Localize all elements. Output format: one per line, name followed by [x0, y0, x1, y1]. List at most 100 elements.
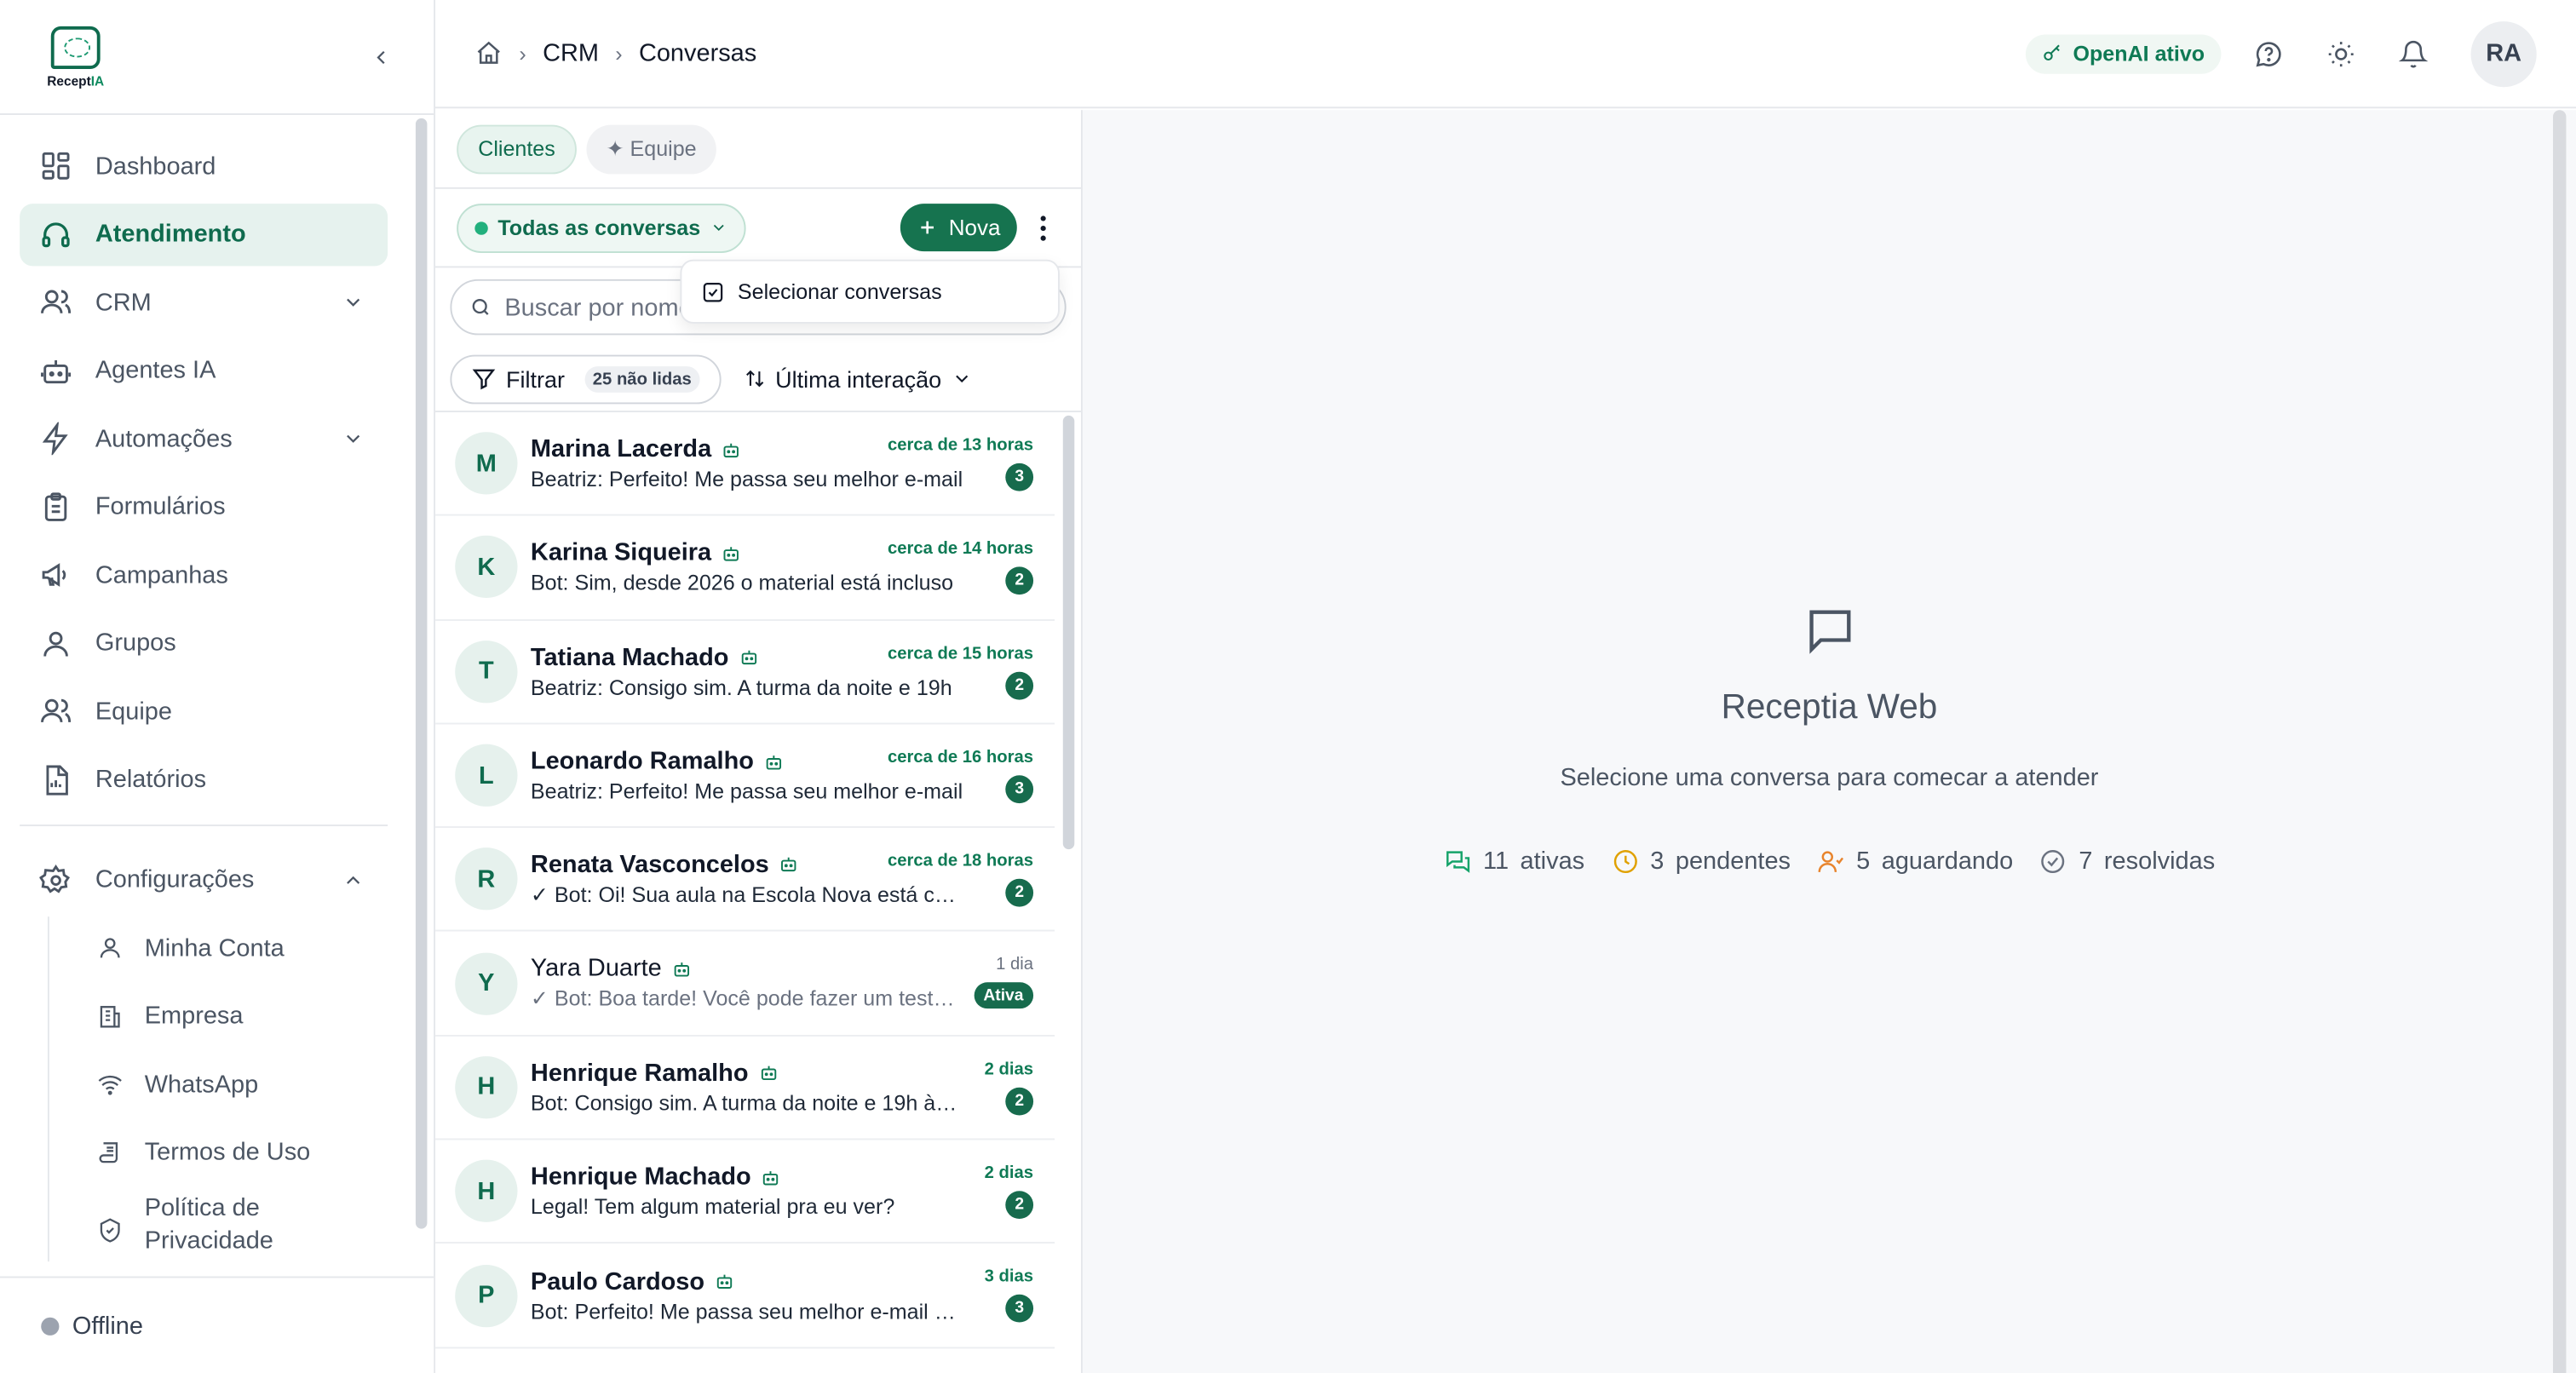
building-icon [95, 1001, 125, 1031]
stat-aguardando: 5 aguardando [1817, 847, 2013, 876]
sidebar-item-label: Agentes IA [95, 356, 216, 385]
sidebar-sub-politica[interactable]: Política de Privacidade [69, 1189, 388, 1261]
page-scrollbar[interactable] [2552, 110, 2567, 1373]
unread-badge: 3 [1005, 1295, 1034, 1324]
users-icon [39, 286, 72, 319]
bot-icon [722, 439, 741, 459]
sidebar-scrollbar[interactable] [415, 118, 428, 1229]
sidebar-item-dashboard[interactable]: Dashboard [20, 135, 388, 197]
more-options-button[interactable] [1026, 204, 1060, 250]
conversation-filter-dropdown[interactable]: Todas as conversas [457, 203, 747, 253]
breadcrumb-conversas: Conversas [638, 39, 757, 68]
collapse-sidebar-button[interactable] [365, 40, 398, 73]
filter-button[interactable]: Filtrar 25 não lidas [450, 353, 722, 404]
sidebar-sub-termos[interactable]: Termos de Uso [69, 1121, 388, 1183]
stat-label: pendentes [1675, 847, 1791, 876]
sidebar-item-formularios[interactable]: Formulários [20, 475, 388, 537]
tab-equipe[interactable]: ✦ Equipe [586, 124, 716, 174]
sidebar-item-campanhas[interactable]: Campanhas [20, 543, 388, 606]
openai-status-badge[interactable]: OpenAI ativo [2025, 33, 2222, 73]
sidebar-item-grupos[interactable]: Grupos [20, 612, 388, 674]
filter-actions: Nova [900, 204, 1060, 252]
bot-icon [671, 959, 691, 979]
conversation-meta: cerca de 16 horas 3 [888, 747, 1034, 803]
app-root: ReceptIA Dashboard Atendimento CRM Agent… [0, 0, 2576, 1373]
openai-status-label: OpenAI ativo [2073, 41, 2205, 66]
sort-label: Última interação [775, 365, 942, 392]
theme-toggle-button[interactable] [2316, 29, 2366, 78]
conversation-item[interactable]: Y Yara Duarte ✓ Bot: Boa tarde! Você pod… [435, 932, 1055, 1037]
conversation-time: cerca de 13 horas [887, 435, 1034, 456]
new-conversation-button[interactable]: Nova [900, 204, 1017, 252]
message-preview: ✓ Bot: Boa tarde! Você pode fazer um tes… [530, 985, 966, 1011]
chevron-left-icon [377, 49, 385, 64]
report-icon [39, 763, 72, 796]
conversation-item[interactable]: M Marina Lacerda Beatriz: Perfeito! Me p… [435, 412, 1055, 517]
unread-badge: 2 [1005, 566, 1034, 595]
contact-name: Renata Vasconcelos [530, 850, 769, 879]
breadcrumb-crm[interactable]: CRM [543, 39, 599, 67]
sidebar-item-label: Grupos [95, 629, 176, 658]
key-icon [2043, 44, 2060, 61]
bot-icon [715, 1272, 734, 1291]
conversation-item[interactable]: H Henrique Machado Legal! Tem algum mate… [435, 1140, 1055, 1244]
contact-name: Henrique Machado [530, 1163, 751, 1192]
sort-dropdown[interactable]: Última interação [744, 365, 972, 392]
sidebar-item-automacoes[interactable]: Automações [20, 407, 388, 469]
user-avatar[interactable]: RA [2470, 20, 2537, 87]
contact-name: Marina Lacerda [530, 435, 712, 464]
sidebar-sub-whatsapp[interactable]: WhatsApp [69, 1053, 388, 1115]
sidebar-item-atendimento[interactable]: Atendimento [20, 203, 388, 266]
headset-icon [39, 218, 72, 251]
options-menu-item-select[interactable]: Selecionar conversas [680, 259, 1060, 324]
stat-value: 7 [2079, 847, 2093, 876]
conversation-item[interactable]: K Karina Siqueira Bot: Sim, desde 2026 o… [435, 516, 1055, 621]
bot-icon [739, 647, 758, 667]
shield-icon [95, 1215, 125, 1245]
conversation-time: cerca de 18 horas [887, 851, 1034, 871]
contact-avatar: R [455, 847, 518, 911]
logo[interactable]: ReceptIA [43, 25, 108, 88]
conversation-time: cerca de 14 horas [887, 539, 1034, 560]
conversation-item[interactable]: H Henrique Ramalho Bot: Consigo sim. A t… [435, 1037, 1055, 1140]
wifi-icon [95, 1069, 125, 1099]
chevron-down-icon [347, 434, 360, 443]
sidebar-sub-minha-conta[interactable]: Minha Conta [69, 916, 388, 979]
sidebar-sub-empresa[interactable]: Empresa [69, 985, 388, 1047]
chat-icon [1444, 847, 1472, 876]
sidebar-item-crm[interactable]: CRM [20, 271, 388, 333]
sidebar-item-label: CRM [95, 288, 152, 317]
help-button[interactable] [2244, 29, 2293, 78]
status-label: Offline [72, 1311, 143, 1340]
conversation-tabs: Clientes ✦ Equipe [435, 110, 1081, 189]
conversation-item[interactable]: T Tatiana Machado Beatriz: Consigo sim. … [435, 620, 1055, 725]
sidebar-item-agentes-ia[interactable]: Agentes IA [20, 339, 388, 401]
tab-clientes[interactable]: Clientes [457, 124, 577, 174]
sidebar-item-configuracoes[interactable]: Configurações [20, 848, 388, 911]
user-icon [95, 933, 125, 962]
checkbox-icon [703, 282, 723, 302]
home-icon[interactable] [474, 39, 503, 67]
conversation-meta: 2 dias 2 [985, 1163, 1034, 1220]
sort-row: Filtrar 25 não lidas Última interação [435, 347, 1081, 413]
active-dot [474, 221, 488, 234]
bot-icon [779, 854, 798, 874]
sidebar-item-label: Automações [95, 424, 233, 453]
conversation-item[interactable]: R Renata Vasconcelos ✓ Bot: Oi! Sua aula… [435, 828, 1055, 933]
user-status[interactable]: Offline [0, 1276, 434, 1373]
conversation-stats: 11 ativas 3 pendentes 5 aguardando 7 res… [1444, 847, 2215, 876]
contact-avatar: K [455, 536, 518, 599]
stat-label: aguardando [1881, 847, 2014, 876]
conversation-item[interactable]: P Paulo Cardoso Bot: Perfeito! Me passa … [435, 1244, 1055, 1348]
sidebar-item-relatorios[interactable]: Relatórios [20, 748, 388, 810]
conversation-list-scrollbar[interactable] [1062, 415, 1075, 850]
kebab-icon [1040, 215, 1046, 240]
conversation-item[interactable]: L Leonardo Ramalho Beatriz: Perfeito! Me… [435, 724, 1055, 829]
bot-icon [764, 751, 784, 771]
plus-icon [922, 221, 934, 234]
notifications-button[interactable] [2389, 29, 2438, 78]
contact-avatar: H [455, 1055, 518, 1119]
sun-icon [2328, 41, 2354, 66]
sidebar-sub-label: Empresa [144, 1002, 244, 1031]
sidebar-item-equipe[interactable]: Equipe [20, 680, 388, 742]
